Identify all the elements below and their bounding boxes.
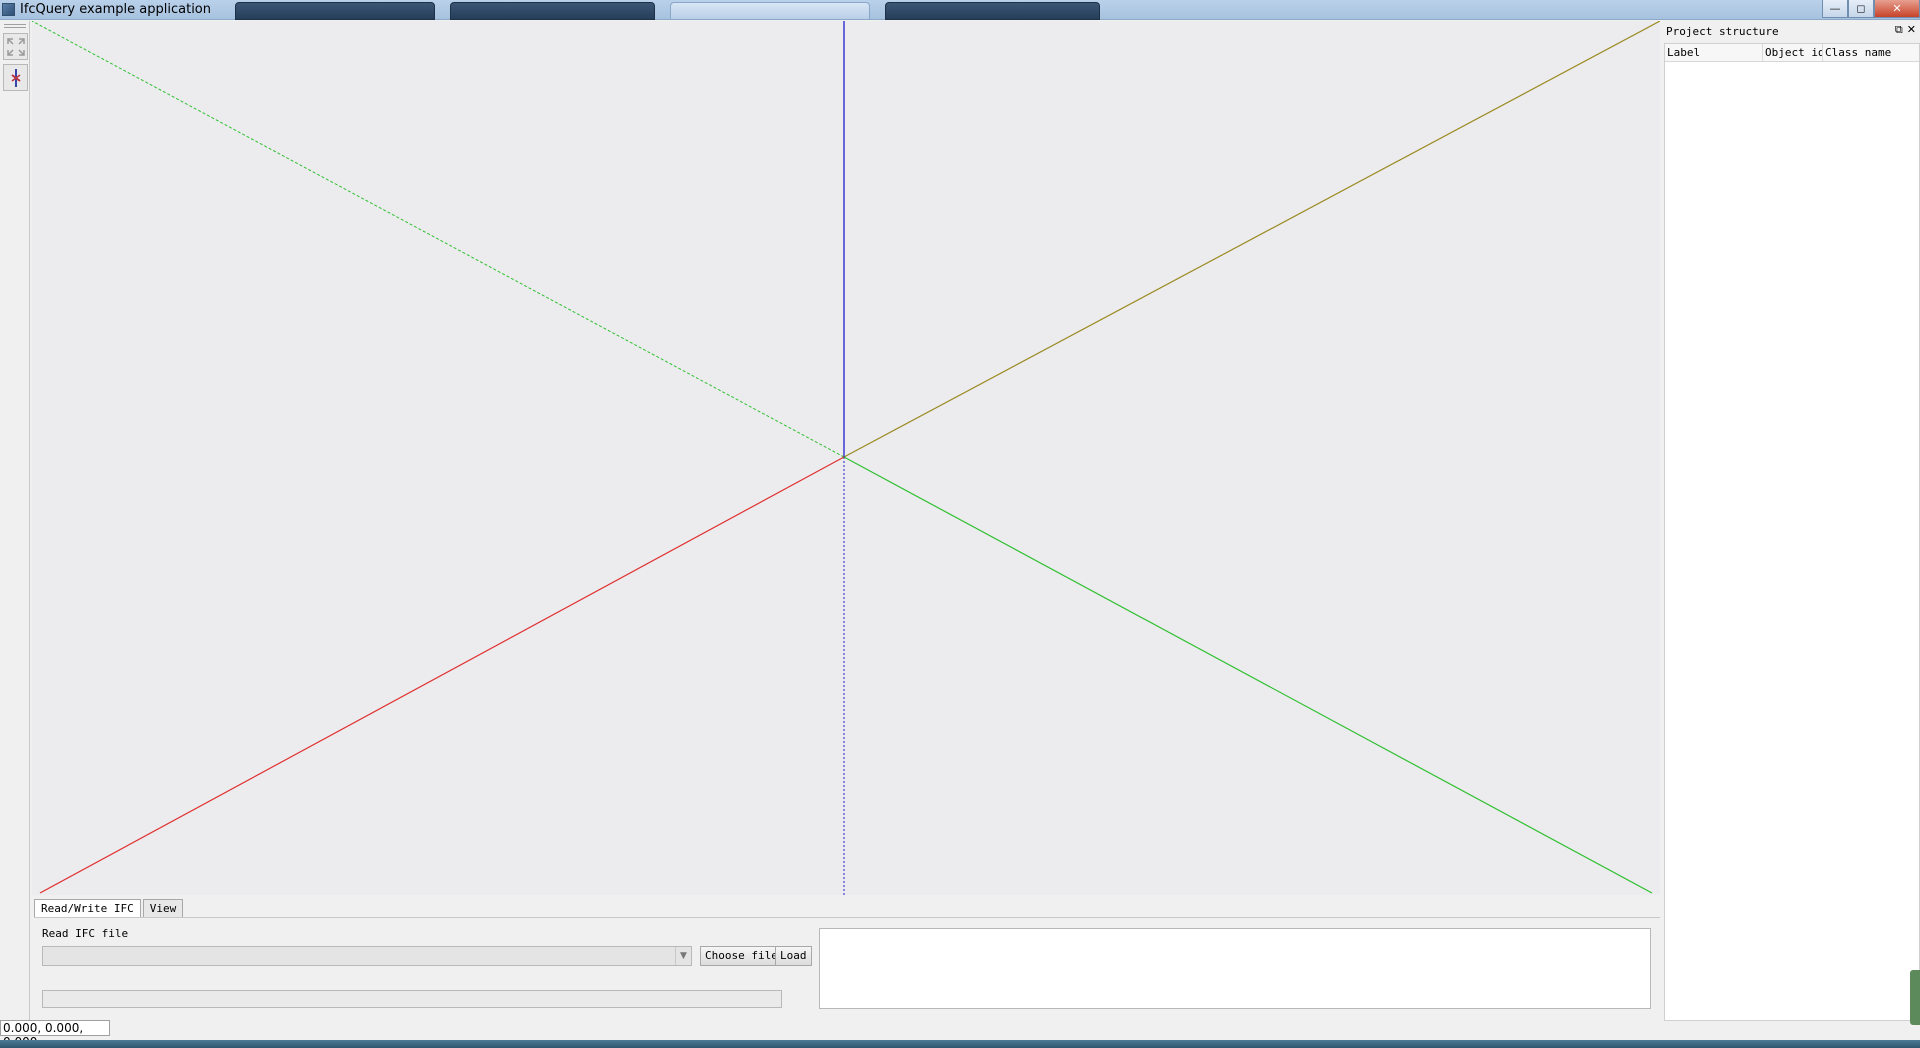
dock-controls: ⧉ ✕ — [1895, 23, 1916, 37]
dock-title: Project structure — [1666, 25, 1779, 38]
read-ifc-label: Read IFC file — [42, 927, 129, 940]
column-header-class-name[interactable]: Class name — [1823, 44, 1919, 61]
app-icon — [2, 3, 15, 16]
minimize-icon[interactable]: — — [1822, 0, 1848, 18]
x-axis-line — [39, 456, 845, 894]
load-button[interactable]: Load — [775, 946, 812, 966]
read-write-panel: Read IFC file ▼ Choose file Load — [34, 917, 1660, 1017]
side-gadget — [1910, 970, 1920, 1025]
background-taskbar-tabs — [200, 0, 1130, 20]
close-icon[interactable]: ✕ — [1874, 0, 1920, 18]
coordinate-readout: 0.000, 0.000, 0.000 — [0, 1020, 110, 1048]
window-title: IfcQuery example application — [20, 2, 211, 17]
background-tab — [235, 2, 435, 20]
negative-y-axis-line — [32, 21, 845, 458]
background-tab — [885, 2, 1100, 20]
toolbar-grip[interactable] — [4, 24, 26, 28]
window-controls: — ◻ ✕ — [1822, 0, 1920, 19]
float-icon[interactable]: ⧉ — [1895, 23, 1903, 37]
progress-bar — [42, 990, 782, 1008]
left-toolbar — [0, 21, 30, 1021]
maximize-icon[interactable]: ◻ — [1848, 0, 1874, 18]
axes-drawing — [32, 21, 1660, 895]
zoom-extents-button[interactable] — [3, 33, 28, 60]
file-path-combo[interactable]: ▼ — [42, 946, 692, 966]
project-structure-dock: Project structure ⧉ ✕ Label Object id Cl… — [1662, 21, 1920, 1021]
title-bar: IfcQuery example application — ◻ ✕ — [0, 0, 1920, 20]
close-icon[interactable]: ✕ — [1907, 23, 1916, 37]
background-tab — [450, 2, 655, 20]
background-tab — [670, 2, 870, 20]
axis-gizmo-icon — [10, 68, 21, 87]
tab-view[interactable]: View — [142, 899, 184, 918]
os-taskbar — [0, 1040, 1920, 1048]
log-output[interactable] — [819, 928, 1651, 1009]
axis-toggle-button[interactable] — [3, 64, 28, 91]
tab-read-write-ifc[interactable]: Read/Write IFC — [34, 899, 141, 918]
chevron-down-icon[interactable]: ▼ — [675, 947, 691, 965]
3d-viewport[interactable] — [32, 21, 1660, 895]
zoom-extents-icon — [6, 37, 25, 56]
y-axis-line — [843, 456, 1653, 894]
column-header-label[interactable]: Label — [1665, 44, 1763, 61]
tree-header: Label Object id Class name — [1665, 44, 1919, 62]
choose-file-button[interactable]: Choose file — [700, 946, 783, 966]
negative-x-axis-line — [843, 21, 1660, 458]
column-header-object-id[interactable]: Object id — [1763, 44, 1823, 61]
bottom-tabs: Read/Write IFC View — [34, 899, 185, 918]
project-tree[interactable]: Label Object id Class name — [1664, 43, 1920, 1021]
